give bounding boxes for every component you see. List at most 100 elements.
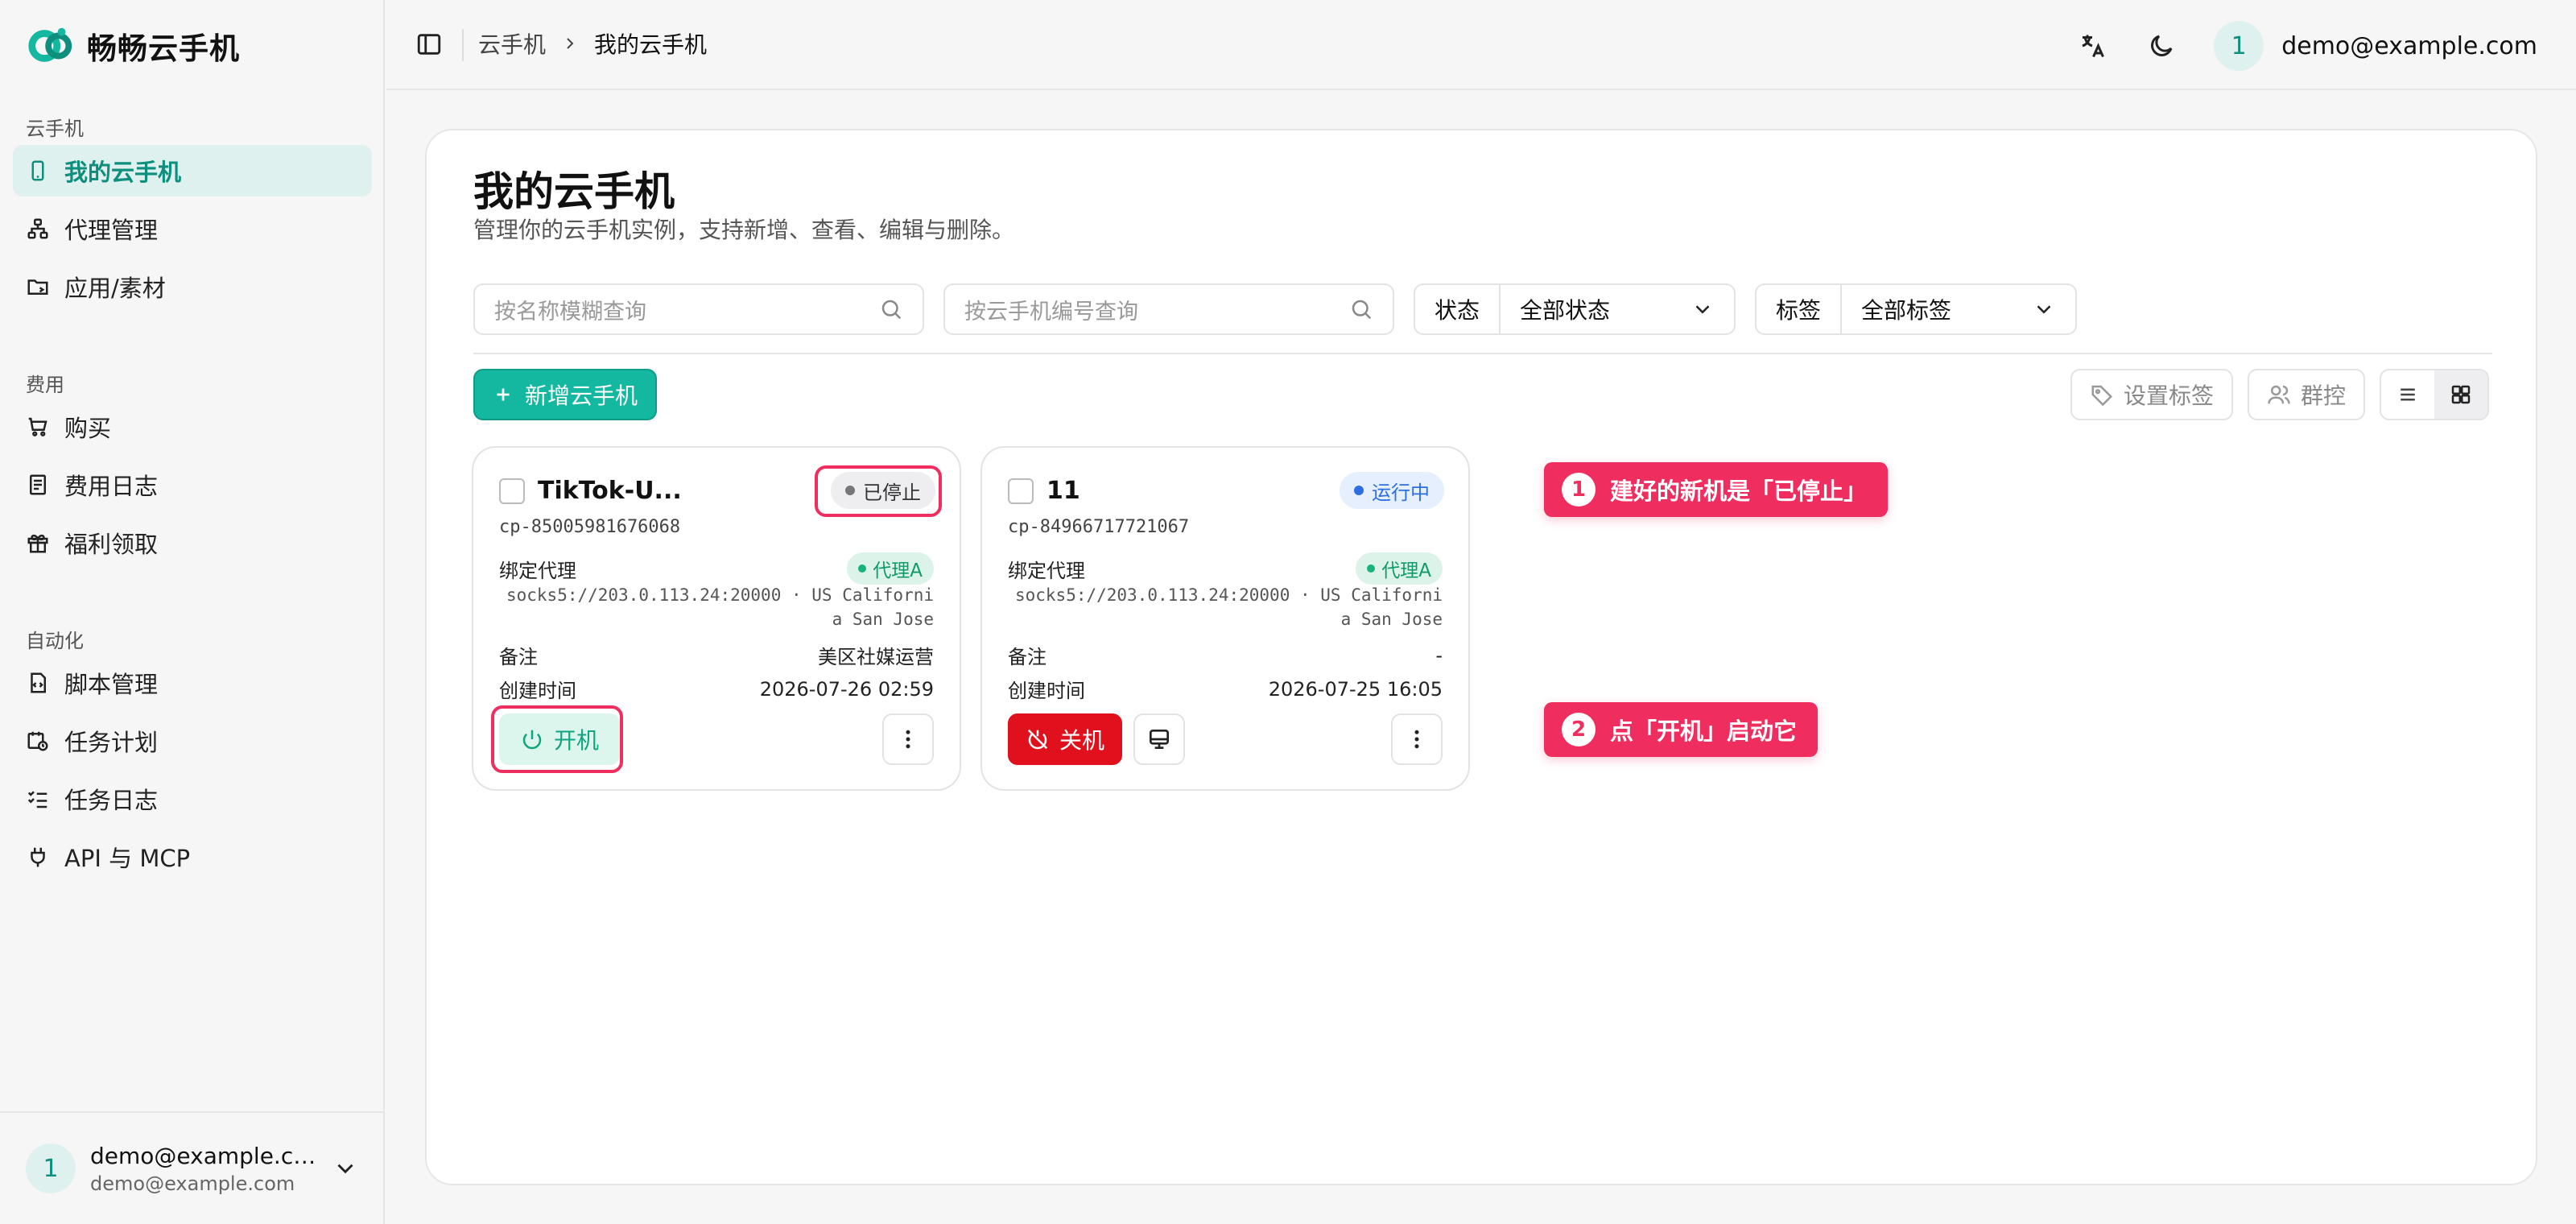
sidebar-user-info: demo@example.co... demo@example.com [90,1143,317,1195]
header-actions: 1 demo@example.com [2075,21,2537,71]
card-name: 11 [1046,477,1080,505]
breadcrumb-item[interactable]: 云手机 [478,27,546,60]
header-user-email: demo@example.com [2281,31,2537,60]
header-user-menu[interactable]: 1 demo@example.com [2214,21,2537,71]
phone-card[interactable]: TikTok-U... 已停止 cp-85005981676068 绑定代理 代… [472,446,961,791]
proxy-label: 绑定代理 [499,559,576,582]
brand[interactable]: 畅畅云手机 [26,18,240,74]
card-created-row: 创建时间 2026-07-26 02:59 [499,675,934,703]
callout-number: 2 [1562,713,1596,746]
status-select[interactable]: 状态 全部状态 [1414,283,1736,335]
brand-logo-icon [28,27,72,62]
phone-icon [26,159,50,183]
brand-name: 畅畅云手机 [87,31,240,66]
power-off-button[interactable]: 关机 [1008,713,1123,765]
card-id: cp-85005981676068 [499,517,681,537]
page-subtitle: 管理你的云手机实例，支持新增、查看、编辑与删除。 [473,217,1015,243]
script-icon [26,671,50,695]
group-control-button[interactable]: 群控 [2247,369,2365,420]
checklist-icon [26,787,50,811]
sidebar-item-apps[interactable]: 应用/素材 [13,261,372,312]
add-phone-button[interactable]: 新增云手机 [473,369,658,420]
status-dot [1354,486,1364,495]
calendar-clock-icon [26,729,50,753]
avatar: 1 [2214,21,2264,71]
chevron-down-icon [1695,305,1710,314]
list-view-button[interactable] [2381,370,2434,419]
sidebar-item-task-plan[interactable]: 任务计划 [13,715,372,767]
sidebar-item-label: 我的云手机 [64,159,182,186]
translate-icon[interactable] [2075,29,2109,63]
power-on-button[interactable]: 开机 [499,713,621,765]
status-select-label: 状态 [1415,285,1501,333]
main-panel: 我的云手机 管理你的云手机实例，支持新增、查看、编辑与删除。 按名称模糊查询 按… [425,129,2537,1185]
header-divider [462,29,464,61]
tag-icon [2091,385,2112,407]
callout-2: 2 点「开机」启动它 [1544,702,1818,757]
id-search-placeholder: 按云手机编号查询 [964,299,1138,325]
card-checkbox[interactable] [1008,478,1034,504]
set-tag-button[interactable]: 设置标签 [2070,369,2233,420]
sidebar-item-benefits[interactable]: 福利领取 [13,517,372,569]
sidebar-item-proxy[interactable]: 代理管理 [13,203,372,254]
plus-icon [497,388,510,401]
note-value: - [1435,643,1443,667]
sidebar-item-api-mcp[interactable]: API 与 MCP [13,831,372,883]
receipt-icon [26,473,50,497]
card-checkbox[interactable] [499,478,525,504]
sidebar-item-my-phones[interactable]: 我的云手机 [13,145,372,196]
callout-text: 点「开机」启动它 [1610,717,1798,745]
card-id: cp-84966717721067 [1008,517,1190,537]
moon-icon[interactable] [2145,29,2178,63]
nav-group-cloudphone: 云手机 我的云手机 代理管理 应用/素材 [13,113,372,319]
sidebar-item-task-log[interactable]: 任务日志 [13,773,372,825]
proxy-badge: 代理A [847,552,934,585]
breadcrumb: 云手机 我的云手机 [478,27,707,60]
filter-bar: 按名称模糊查询 按云手机编号查询 状态 全部状态 标签 全部标签 [473,283,2077,335]
sidebar-item-label: API 与 MCP [64,845,191,872]
created-value: 2026-07-26 02:59 [759,677,934,701]
list-icon [2401,388,2415,401]
chevron-right-icon [567,38,574,49]
phone-card[interactable]: 11 运行中 cp-84966717721067 绑定代理 代理A socks5… [980,446,1470,791]
card-note-row: 备注 - [1008,641,1443,669]
power-off-icon [1027,729,1048,750]
card-proxy-row: 绑定代理 代理A [499,552,934,585]
sidebar-item-label: 应用/素材 [64,275,166,302]
proxy-name: 代理A [1381,560,1431,581]
sidebar-toggle-icon[interactable] [415,31,443,58]
power-on-label: 开机 [554,727,600,754]
nav-group-title: 自动化 [26,630,84,652]
grid-view-button[interactable] [2434,370,2487,419]
nav-group-automation: 自动化 脚本管理 任务计划 任务日志 API 与 MCP [13,625,372,889]
card-note-row: 备注 美区社媒运营 [499,641,934,669]
note-label: 备注 [499,646,538,668]
set-tag-label: 设置标签 [2123,382,2214,409]
tag-select[interactable]: 标签 全部标签 [1755,283,2077,335]
sidebar-item-label: 福利领取 [64,531,159,558]
grid-icon [2451,385,2471,404]
screen-button[interactable] [1133,713,1185,765]
more-button[interactable] [882,713,934,765]
view-toggle [2380,369,2489,420]
monitor-icon [1150,730,1169,749]
cart-icon [26,415,50,439]
sidebar-item-purchase[interactable]: 购买 [13,401,372,453]
more-button[interactable] [1391,713,1443,765]
nav-group-title: 云手机 [26,118,84,140]
callout-number: 1 [1562,473,1596,507]
nav-group-billing: 费用 购买 费用日志 福利领取 [13,369,372,575]
status-text: 运行中 [1372,481,1430,504]
name-search-input[interactable]: 按名称模糊查询 [473,283,924,335]
search-icon [881,300,902,320]
id-search-input[interactable]: 按云手机编号查询 [943,283,1394,335]
toolbar: 设置标签 群控 [2070,369,2489,420]
name-search-placeholder: 按名称模糊查询 [494,299,646,325]
created-label: 创建时间 [499,680,576,702]
sidebar-user-menu[interactable]: 1 demo@example.co... demo@example.com [0,1111,385,1224]
tag-select-label: 标签 [1757,285,1843,333]
sidebar-item-billing-log[interactable]: 费用日志 [13,459,372,511]
proxy-label: 绑定代理 [1008,559,1085,582]
status-badge: 运行中 [1340,472,1444,509]
sidebar-item-scripts[interactable]: 脚本管理 [13,657,372,709]
